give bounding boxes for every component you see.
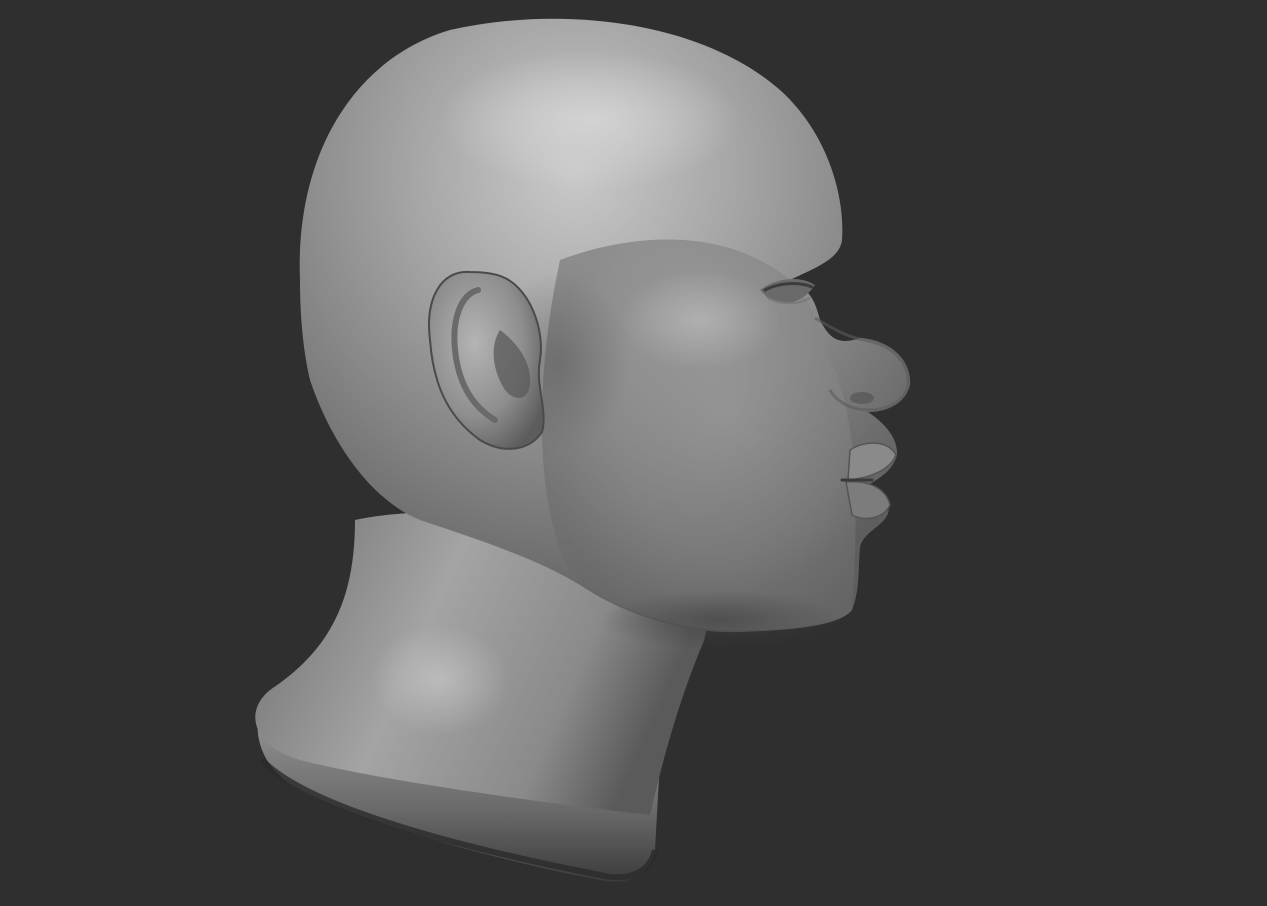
jaw-shadow	[600, 590, 840, 650]
nostril	[850, 392, 874, 404]
head-bust-render	[255, 18, 911, 882]
neck-highlight	[370, 625, 510, 735]
cranium-highlight	[440, 50, 740, 190]
sculpt-viewport[interactable]	[0, 0, 1267, 906]
lips	[840, 442, 897, 520]
cheek-highlight	[620, 270, 780, 370]
